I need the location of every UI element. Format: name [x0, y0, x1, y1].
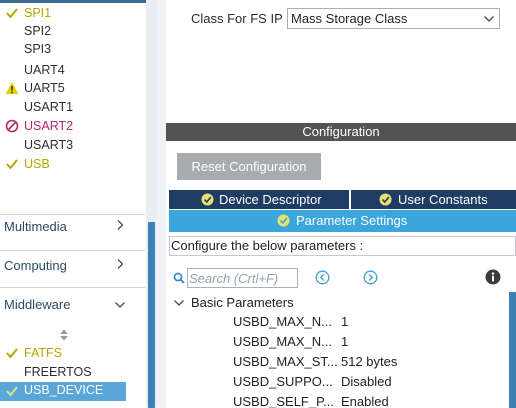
tree-group-label: Basic Parameters [191, 295, 294, 310]
sidebar-item-spi3[interactable]: SPI3 [0, 41, 145, 59]
info-icon[interactable] [485, 269, 501, 285]
check-circle-icon [201, 193, 214, 206]
fs-ip-class-select[interactable]: Mass Storage Class [287, 8, 500, 29]
tab-parameter-settings[interactable]: Parameter Settings [169, 210, 516, 232]
sidebar-item-label: USART2 [24, 119, 74, 133]
sidebar-item-label: UART4 [24, 63, 65, 77]
sidebar-item-label: UART5 [24, 81, 65, 95]
sidebar-top-border [0, 0, 157, 3]
chevron-right-icon [117, 259, 124, 269]
sidebar-item-uart5[interactable]: UART5 [0, 80, 145, 98]
previous-result-icon[interactable] [315, 270, 330, 285]
tab-label: User Constants [398, 192, 488, 207]
check-icon [6, 8, 18, 19]
check-circle-icon [277, 214, 290, 227]
param-name: USBD_SUPPO... [233, 374, 333, 389]
check-icon [6, 348, 18, 359]
chevron-down-icon [115, 302, 125, 308]
param-row[interactable]: USBD_MAX_N... 1 [233, 332, 503, 352]
tab-label: Parameter Settings [296, 213, 408, 228]
category-label: Middleware [4, 297, 71, 312]
sidebar-item-label: SPI3 [24, 42, 52, 56]
param-name: USBD_MAX_N... [233, 314, 332, 329]
instructions-bar: Configure the below parameters : [169, 236, 516, 256]
sort-icon[interactable] [59, 329, 69, 341]
fs-ip-class-value: Mass Storage Class [291, 11, 408, 26]
sidebar-scrollbar-thumb[interactable] [148, 222, 155, 408]
divider [0, 287, 145, 288]
sidebar-item-usart2[interactable]: USART2 [0, 118, 145, 136]
panel-splitter[interactable] [157, 0, 166, 408]
sidebar-item-fatfs[interactable]: FATFS [0, 345, 145, 363]
fs-ip-label: Class For FS IP [191, 11, 283, 26]
check-circle-icon [379, 193, 392, 206]
param-value: Disabled [341, 374, 392, 389]
category-middleware[interactable]: Middleware [0, 294, 145, 316]
tab-device-descriptor[interactable]: Device Descriptor [169, 190, 349, 209]
category-multimedia[interactable]: Multimedia [0, 216, 145, 238]
sidebar-panel: SPI1 SPI2 SPI3 UART4 UART5 USART1 USART2… [0, 0, 157, 408]
search-icon [173, 272, 185, 284]
param-row[interactable]: USBD_SELF_P... Enabled [233, 392, 503, 408]
next-result-icon[interactable] [363, 270, 378, 285]
sidebar-item-label: USB_DEVICE [24, 383, 104, 397]
configuration-header: Configuration [166, 123, 516, 141]
reset-configuration-label: Reset Configuration [191, 159, 307, 174]
param-row[interactable]: USBD_SUPPO... Disabled [233, 372, 503, 392]
divider [0, 214, 145, 215]
disabled-icon [5, 119, 19, 133]
sidebar-item-label: SPI1 [24, 6, 52, 20]
param-value: 1 [341, 334, 349, 349]
param-name: USBD_SELF_P... [233, 394, 334, 408]
sidebar-item-usb-device[interactable]: USB_DEVICE [0, 382, 126, 401]
sidebar-item-spi1[interactable]: SPI1 [0, 5, 145, 23]
param-name: USBD_MAX_ST... [233, 354, 338, 369]
param-value: Enabled [341, 394, 389, 408]
param-value: 1 [341, 314, 349, 329]
param-row[interactable]: USBD_MAX_ST... 512 bytes [233, 352, 503, 372]
sidebar-item-uart4[interactable]: UART4 [0, 62, 145, 80]
param-row[interactable]: USBD_MAX_N... 1 [233, 312, 503, 332]
param-value: 512 bytes [341, 354, 398, 369]
sidebar-item-label: USB [24, 157, 50, 171]
tab-label: Device Descriptor [219, 192, 322, 207]
category-label: Computing [4, 258, 67, 273]
chevron-right-icon [117, 220, 124, 230]
sidebar-item-label: FATFS [24, 346, 62, 360]
parameters-scrollbar-thumb[interactable] [509, 292, 516, 408]
instructions-text: Configure the below parameters : [171, 238, 364, 253]
mode-panel: Class For FS IP Mass Storage Class [166, 0, 516, 118]
search-input[interactable] [187, 268, 298, 288]
sidebar-item-freertos[interactable]: FREERTOS [0, 364, 145, 382]
sidebar-item-usart3[interactable]: USART3 [0, 137, 145, 155]
sidebar-item-label: FREERTOS [24, 365, 92, 379]
check-icon [6, 159, 18, 170]
chevron-down-icon [484, 16, 494, 22]
chevron-down-icon[interactable] [173, 297, 185, 309]
param-name: USBD_MAX_N... [233, 334, 332, 349]
sidebar-item-usart1[interactable]: USART1 [0, 99, 145, 117]
divider [0, 250, 145, 251]
reset-configuration-button[interactable]: Reset Configuration [177, 153, 321, 180]
sidebar-item-label: USART3 [24, 138, 74, 152]
sidebar-item-label: USART1 [24, 100, 74, 114]
category-label: Multimedia [4, 219, 67, 234]
category-computing[interactable]: Computing [0, 255, 145, 277]
sidebar-item-usb[interactable]: USB [0, 156, 145, 174]
sidebar-item-spi2[interactable]: SPI2 [0, 23, 145, 41]
tab-user-constants[interactable]: User Constants [351, 190, 516, 209]
sidebar-item-label: SPI2 [24, 24, 52, 38]
warning-icon [5, 82, 19, 94]
check-icon [6, 386, 18, 397]
configuration-title: Configuration [302, 124, 380, 139]
